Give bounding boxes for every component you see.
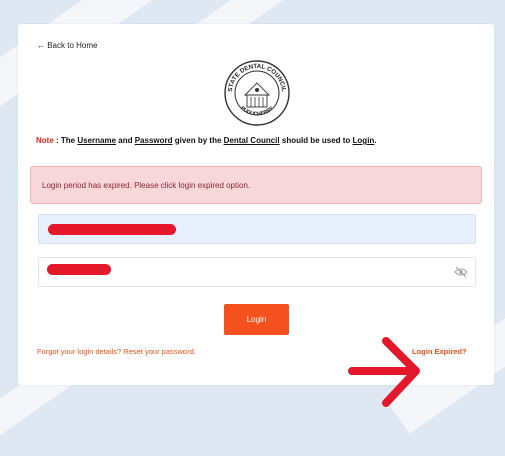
redaction-mark <box>47 264 111 275</box>
login-note: Note : The Username and Password given b… <box>36 136 377 145</box>
dental-council-seal-logo: STATE DENTAL COUNCIL PUDUCHERRY <box>224 60 290 126</box>
note-text: . <box>374 136 377 145</box>
login-expired-alert: Login period has expired. Please click l… <box>30 166 482 204</box>
note-username: Username <box>77 136 117 145</box>
login-button[interactable]: Login <box>224 304 289 335</box>
note-text: given by the <box>172 136 224 145</box>
eye-slash-icon[interactable] <box>454 266 468 278</box>
login-card: ← Back to Home STATE DENTAL COUNCIL PUDU… <box>18 24 494 407</box>
note-council: Dental Council <box>223 136 280 145</box>
red-arrow-annotation <box>348 337 420 407</box>
note-text: : The <box>53 136 78 145</box>
forgot-password-link[interactable]: Forgot your login details? Reset your pa… <box>37 347 196 356</box>
note-prefix: Note <box>36 136 54 145</box>
note-login: Login <box>352 136 375 145</box>
note-text: and <box>116 136 135 145</box>
note-text: should be used to <box>279 136 353 145</box>
redaction-mark <box>48 224 176 235</box>
back-to-home-link[interactable]: ← Back to Home <box>37 41 97 50</box>
note-password: Password <box>134 136 173 145</box>
